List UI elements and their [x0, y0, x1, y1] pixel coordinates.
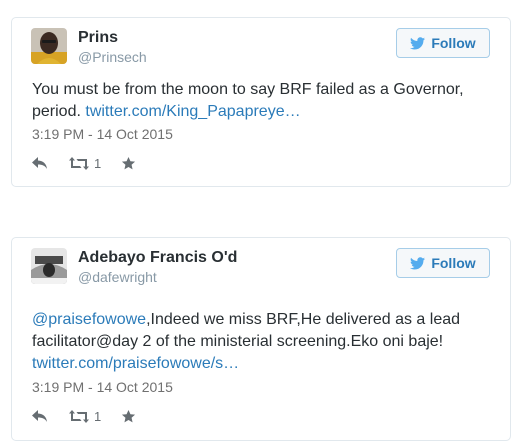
retweet-button[interactable]: 1 — [69, 409, 101, 424]
follow-label: Follow — [431, 255, 476, 271]
twitter-bird-icon — [410, 256, 426, 270]
user-handle[interactable]: @Prinsech — [78, 49, 147, 65]
twitter-bird-icon — [410, 36, 426, 50]
tweet-timestamp[interactable]: 3:19 PM - 14 Oct 2015 — [32, 379, 173, 395]
reply-icon[interactable] — [32, 410, 50, 422]
user-name[interactable]: Adebayo Francis O'd — [78, 249, 237, 267]
retweet-button[interactable]: 1 — [69, 156, 101, 171]
avatar[interactable] — [31, 248, 67, 284]
favorite-star-icon[interactable] — [121, 409, 136, 424]
avatar-image — [31, 248, 67, 284]
follow-label: Follow — [431, 35, 476, 51]
follow-button[interactable]: Follow — [396, 248, 490, 278]
avatar[interactable] — [31, 28, 67, 64]
tweet-link[interactable]: twitter.com/praisefowowe/s… — [32, 355, 239, 372]
tweet-text: @praisefowowe,Indeed we miss BRF,He deli… — [32, 309, 496, 375]
user-name[interactable]: Prins — [78, 29, 118, 47]
mention-link[interactable]: @praisefowowe — [32, 311, 146, 328]
retweet-count: 1 — [94, 155, 102, 171]
retweet-count: 1 — [94, 408, 102, 424]
follow-button[interactable]: Follow — [396, 28, 490, 58]
retweet-icon — [69, 409, 89, 423]
retweet-icon — [69, 156, 89, 170]
favorite-star-icon[interactable] — [121, 156, 136, 171]
tweet-timestamp[interactable]: 3:19 PM - 14 Oct 2015 — [32, 126, 173, 142]
tweet-text: You must be from the moon to say BRF fai… — [32, 79, 496, 123]
user-handle[interactable]: @dafewright — [78, 269, 157, 285]
tweet-card: Prins @Prinsech Follow You must be from … — [11, 17, 511, 187]
tweet-link[interactable]: twitter.com/King_Papapreye… — [85, 103, 300, 120]
tweet-card: Adebayo Francis O'd @dafewright Follow @… — [11, 237, 511, 441]
reply-icon[interactable] — [32, 157, 50, 169]
avatar-image — [31, 28, 67, 64]
tweet-actions: 1 — [32, 154, 136, 172]
tweet-actions: 1 — [32, 407, 136, 425]
